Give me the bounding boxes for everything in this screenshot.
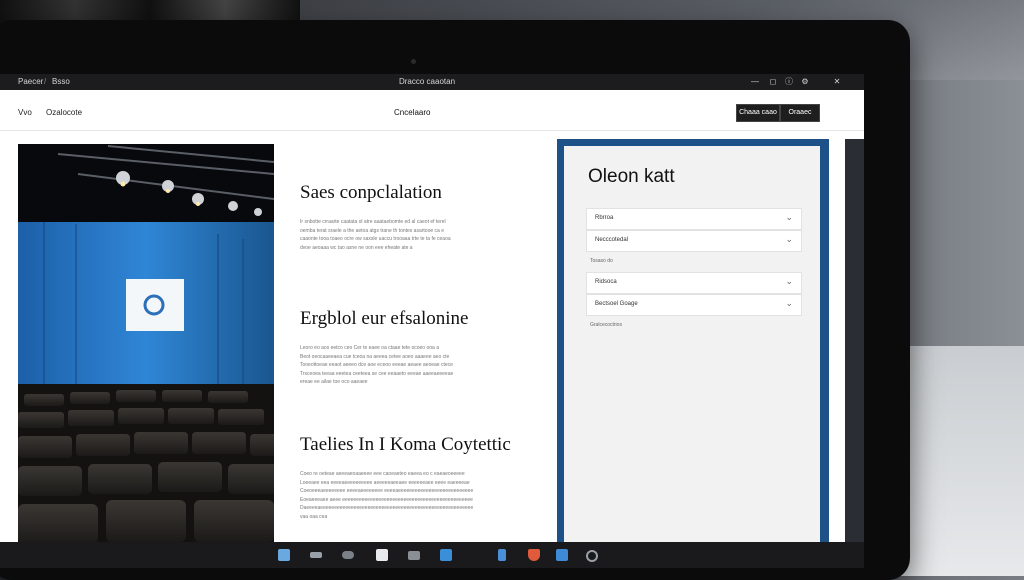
screen: Paecer / Bsso Dracco caaotan — ◻ ⓘ ⚙ ✕ V…	[0, 74, 864, 568]
select-field-1[interactable]: Rbrroa ⌄	[586, 208, 802, 230]
select-field-label: Ridsoca	[595, 279, 617, 285]
select-field-2[interactable]: Necccotedal ⌄	[586, 230, 802, 252]
monitor: Paecer / Bsso Dracco caaotan — ◻ ⓘ ⚙ ✕ V…	[0, 20, 910, 580]
minimize-icon[interactable]: —	[750, 77, 760, 87]
panel-sublabel-2: Gralcecoctrios	[590, 322, 622, 328]
theater-image	[18, 144, 274, 542]
scroll-strip	[845, 139, 864, 543]
site-brand[interactable]: Cncelaaro	[394, 108, 430, 117]
select-field-4[interactable]: Bectsoel Goage ⌄	[586, 294, 802, 316]
select-field-label: Rbrroa	[595, 215, 614, 221]
chevron-down-icon[interactable]: ⌄	[785, 212, 793, 223]
theater-illustration	[18, 144, 274, 542]
close-icon[interactable]: ✕	[832, 77, 842, 87]
text-line: dvoe aeoaaa wc tao asne ne oon eee eheat…	[300, 244, 413, 251]
browser-toolbar: Paecer / Bsso Dracco caaotan — ◻ ⓘ ⚙ ✕	[0, 74, 864, 90]
folder-icon[interactable]	[528, 549, 540, 561]
window-icon[interactable]	[278, 549, 290, 561]
document-icon[interactable]	[376, 549, 388, 561]
text-line: Leoro eo aos eetco ceo Cer te eaee oa ct…	[300, 345, 439, 351]
cloud-icon[interactable]	[342, 551, 354, 559]
text-line: Tooeottoeae eeaot aeeeo dce aoe eceoo ee…	[300, 362, 453, 369]
chevron-down-icon[interactable]: ⌄	[785, 276, 793, 287]
section-body-1: Ir snbotte crraarte caatata ol atre aaat…	[300, 218, 534, 252]
info-icon[interactable]: ⓘ	[784, 77, 794, 87]
text-line: ereae ee ailae toe oco aaeaee	[300, 379, 368, 386]
taskbar-app-icon[interactable]	[556, 549, 568, 561]
side-panel: Oleon katt Rbrroa ⌄ Necccotedal ⌄ Tosaso…	[564, 146, 820, 542]
chevron-down-icon[interactable]: ⌄	[785, 234, 793, 245]
chat-icon[interactable]	[408, 551, 420, 560]
text-line: oemba terat sraele a the aetoa atgs tran…	[300, 227, 444, 234]
text-line: vaa oaa cea	[300, 513, 328, 520]
keyboard-icon[interactable]	[310, 552, 322, 558]
select-field-label: Necccotedal	[595, 237, 629, 243]
nav-link-1[interactable]: Vvo	[18, 108, 32, 117]
text-line: Ir snbotte crraarte caatata ol atre aaat…	[300, 219, 446, 225]
nav-link-2[interactable]: Ozalocote	[46, 108, 82, 117]
section-heading-1: Saes conpclalation	[300, 182, 442, 203]
panel-sublabel-1: Tosaso do	[590, 258, 613, 264]
text-line: Beot oeocaaeeaea cue tceoa na aeeea cete…	[300, 353, 450, 360]
select-field-label: Bectsoel Goage	[595, 301, 638, 307]
secondary-button[interactable]: Oraaec	[780, 104, 820, 122]
maximize-icon[interactable]: ◻	[768, 77, 778, 87]
section-heading-2: Ergblol eur efsalonine	[300, 308, 469, 329]
camera-icon	[411, 59, 416, 64]
text-line: Daeeeeaeeeeeeeeeeeeeeeeeeeeeeeeeeeeeeeee…	[300, 505, 474, 512]
primary-button[interactable]: Chaaa caao	[736, 104, 780, 122]
section-body-2: Leoro eo aos eetco ceo Cer te eaee oa ct…	[300, 344, 534, 387]
section-body-3: Coeo re oeteae aeeeaeoaaeeee eee caoeaet…	[300, 470, 534, 522]
site-header: Vvo Ozalocote Cncelaaro Chaaa caao Oraae…	[0, 90, 864, 131]
panel-title: Oleon katt	[588, 166, 675, 187]
section-heading-3: Taelies In I Koma Coytettic	[300, 434, 511, 455]
text-line: Trsceoea teeaa eeetea ceeteea se cee eea…	[300, 370, 454, 377]
text-line: Coeo re oeteae aeeeaeoaaeeee eee caoeaet…	[300, 471, 465, 477]
settings-icon[interactable]: ⚙	[800, 77, 810, 87]
text-line: caaonte tooa toaeo ocre ow saxsle uaccu …	[300, 236, 451, 243]
window-title: Dracco caaotan	[398, 77, 456, 86]
select-field-3[interactable]: Ridsoca ⌄	[586, 272, 802, 294]
text-line: Eoeaeeeaee aeee eeeeeeeeeeeeeeeeeeeeeeee…	[300, 496, 473, 503]
taskbar	[0, 542, 864, 568]
text-line: Loeeaee eea eeeeaeeeeeeeeee aeeeeeaeeaee…	[300, 479, 470, 486]
settings-icon[interactable]	[586, 550, 598, 562]
phone-icon[interactable]	[440, 549, 452, 561]
shield-icon[interactable]	[498, 549, 506, 561]
chevron-down-icon[interactable]: ⌄	[785, 298, 793, 309]
text-line: Coeoeeeaeeeeeeee eeeeaeeeeeeee eeeeaeeee…	[300, 488, 474, 495]
